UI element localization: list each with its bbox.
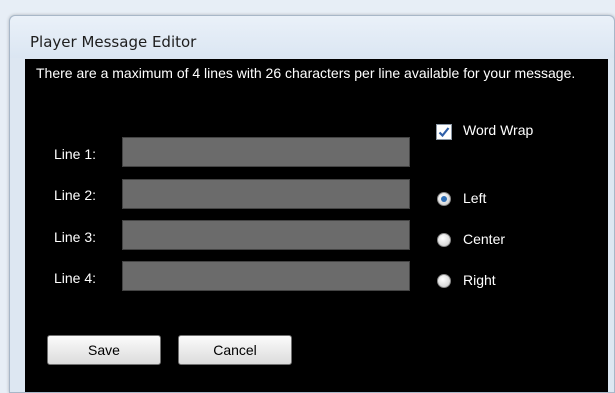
save-button[interactable]: Save [47,335,161,365]
align-right-label: Right [463,272,496,288]
align-left-radio[interactable] [437,192,451,206]
window-title: Player Message Editor [30,33,197,51]
instructions-text: There are a maximum of 4 lines with 26 c… [36,65,576,81]
align-right-radio[interactable] [437,274,451,288]
word-wrap-label: Word Wrap [463,122,534,138]
title-bar[interactable]: Player Message Editor [10,16,614,58]
align-center-label: Center [463,231,506,247]
editor-panel: There are a maximum of 4 lines with 26 c… [25,59,608,392]
align-center-radio[interactable] [437,233,451,247]
line-2-input[interactable] [122,179,410,209]
line-1-input[interactable] [122,137,410,167]
line-3-input[interactable] [122,220,410,250]
line-4-label: Line 4: [54,270,97,286]
player-message-editor-window: Player Message Editor There are a maximu… [9,15,615,393]
checkmark-icon [438,127,450,138]
cancel-button[interactable]: Cancel [178,335,292,365]
align-left-label: Left [463,190,487,206]
radio-selected-dot [441,196,447,202]
line-4-input[interactable] [122,261,410,291]
line-2-label: Line 2: [54,187,97,203]
word-wrap-checkbox[interactable] [436,124,452,140]
line-1-label: Line 1: [54,146,97,162]
line-3-label: Line 3: [54,229,97,245]
